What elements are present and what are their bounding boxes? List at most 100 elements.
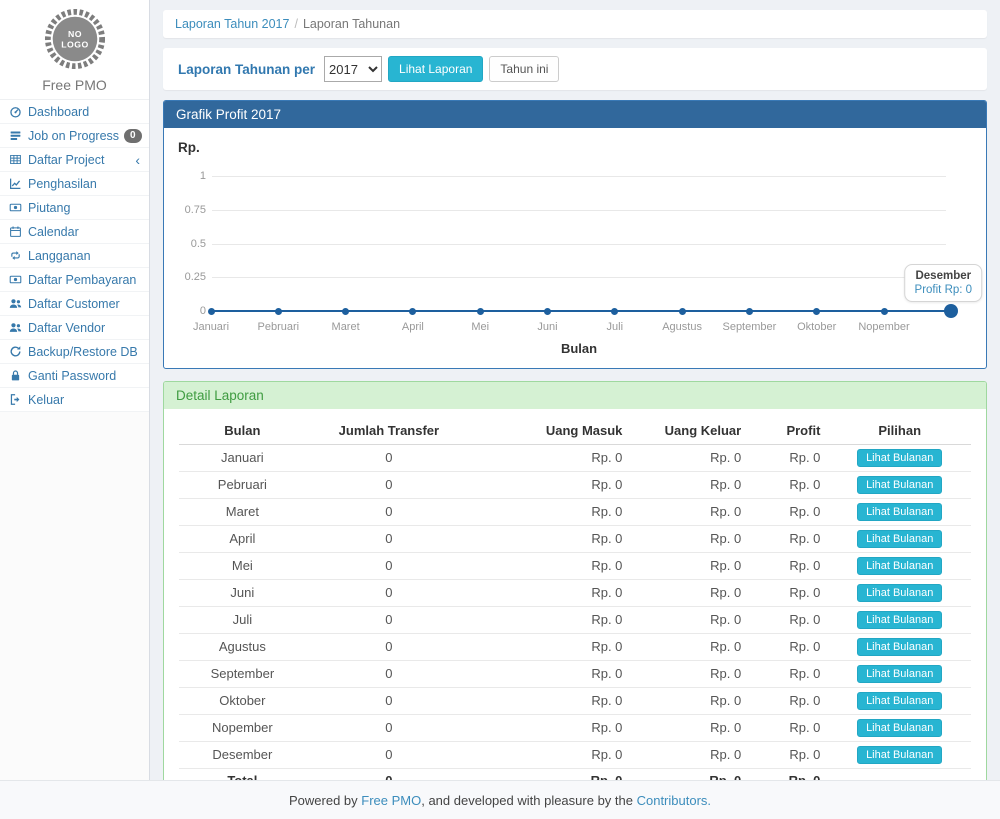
money-icon bbox=[9, 273, 23, 287]
sidebar-item-piutang[interactable]: Piutang bbox=[0, 196, 149, 220]
table-cell: Rp. 0 bbox=[472, 742, 630, 769]
total-cell: Rp. 0 bbox=[472, 769, 630, 781]
sidebar-item-ganti-password[interactable]: Ganti Password bbox=[0, 364, 149, 388]
sidebar-item-label: Job on Progress bbox=[28, 129, 119, 143]
data-point-agustus[interactable] bbox=[679, 308, 686, 315]
x-axis-title: Bulan bbox=[212, 341, 946, 356]
sidebar-item-label: Piutang bbox=[28, 201, 70, 215]
chevron-left-icon: ‹ bbox=[135, 154, 140, 166]
table-cell: 0 bbox=[306, 661, 472, 688]
sign-out-icon bbox=[9, 393, 23, 407]
data-point-september[interactable] bbox=[746, 308, 753, 315]
table-cell: Rp. 0 bbox=[749, 499, 828, 526]
lihat-bulanan-button[interactable]: Lihat Bulanan bbox=[857, 449, 942, 467]
sidebar-item-daftar-project[interactable]: Daftar Project‹ bbox=[0, 148, 149, 172]
sidebar-item-label: Daftar Pembayaran bbox=[28, 273, 136, 287]
lihat-bulanan-button[interactable]: Lihat Bulanan bbox=[857, 476, 942, 494]
sidebar-item-daftar-vendor[interactable]: Daftar Vendor bbox=[0, 316, 149, 340]
lihat-bulanan-button[interactable]: Lihat Bulanan bbox=[857, 638, 942, 656]
table-row-januari: Januari0Rp. 0Rp. 0Rp. 0Lihat Bulanan bbox=[179, 445, 971, 472]
data-point-oktober[interactable] bbox=[813, 308, 820, 315]
table-cell: Rp. 0 bbox=[630, 580, 749, 607]
main-content: Laporan Tahun 2017/Laporan Tahunan Lapor… bbox=[150, 0, 1000, 780]
sidebar-item-daftar-pembayaran[interactable]: Daftar Pembayaran bbox=[0, 268, 149, 292]
sidebar-item-label: Daftar Vendor bbox=[28, 321, 105, 335]
sidebar-item-label: Dashboard bbox=[28, 105, 89, 119]
data-point-desember[interactable] bbox=[944, 304, 958, 318]
table-cell: April bbox=[179, 526, 306, 553]
sidebar-item-langganan[interactable]: Langganan bbox=[0, 244, 149, 268]
sidebar-item-penghasilan[interactable]: Penghasilan bbox=[0, 172, 149, 196]
y-axis-title: Rp. bbox=[178, 140, 200, 155]
data-point-januari[interactable] bbox=[208, 308, 215, 315]
data-point-juli[interactable] bbox=[611, 308, 618, 315]
table-row-agustus: Agustus0Rp. 0Rp. 0Rp. 0Lihat Bulanan bbox=[179, 634, 971, 661]
lock-icon bbox=[9, 369, 23, 383]
sidebar-item-daftar-customer[interactable]: Daftar Customer bbox=[0, 292, 149, 316]
breadcrumb-link[interactable]: Laporan Tahun 2017 bbox=[175, 17, 289, 31]
lihat-bulanan-button[interactable]: Lihat Bulanan bbox=[857, 692, 942, 710]
detail-panel-title: Detail Laporan bbox=[164, 382, 986, 409]
users-icon bbox=[9, 321, 23, 335]
x-tick-label: Nopember bbox=[851, 321, 917, 333]
dashboard-icon bbox=[9, 105, 23, 119]
table-cell: Rp. 0 bbox=[749, 688, 828, 715]
lihat-bulanan-button[interactable]: Lihat Bulanan bbox=[857, 746, 942, 764]
table-cell: Rp. 0 bbox=[472, 688, 630, 715]
lihat-bulanan-button[interactable]: Lihat Bulanan bbox=[857, 719, 942, 737]
table-cell: Rp. 0 bbox=[749, 715, 828, 742]
data-point-maret[interactable] bbox=[342, 308, 349, 315]
x-tick-label: Juni bbox=[515, 321, 581, 333]
footer-link-free-pmo[interactable]: Free PMO bbox=[361, 793, 421, 808]
footer: Powered by Free PMO, and developed with … bbox=[0, 780, 1000, 819]
data-point-april[interactable] bbox=[409, 308, 416, 315]
table-row-total: Total0Rp. 0Rp. 0Rp. 0 bbox=[179, 769, 971, 781]
lihat-laporan-button[interactable]: Lihat Laporan bbox=[388, 56, 483, 82]
data-point-pebruari[interactable] bbox=[275, 308, 282, 315]
lihat-bulanan-button[interactable]: Lihat Bulanan bbox=[857, 503, 942, 521]
table-cell: 0 bbox=[306, 607, 472, 634]
filter-label: Laporan Tahunan per bbox=[178, 62, 315, 77]
table-cell: Rp. 0 bbox=[749, 445, 828, 472]
table-row-oktober: Oktober0Rp. 0Rp. 0Rp. 0Lihat Bulanan bbox=[179, 688, 971, 715]
breadcrumb: Laporan Tahun 2017/Laporan Tahunan bbox=[163, 10, 987, 38]
sidebar-item-calendar[interactable]: Calendar bbox=[0, 220, 149, 244]
table-cell: 0 bbox=[306, 715, 472, 742]
lihat-bulanan-button[interactable]: Lihat Bulanan bbox=[857, 611, 942, 629]
table-cell: Rp. 0 bbox=[630, 526, 749, 553]
sidebar-item-label: Ganti Password bbox=[28, 369, 116, 383]
profit-line-chart: Rp. Bulan 10.750.50.250JanuariPebruariMa… bbox=[176, 136, 974, 360]
table-cell: 0 bbox=[306, 526, 472, 553]
table-cell: Rp. 0 bbox=[749, 526, 828, 553]
data-point-mei[interactable] bbox=[477, 308, 484, 315]
table-cell: Rp. 0 bbox=[630, 715, 749, 742]
lihat-bulanan-button[interactable]: Lihat Bulanan bbox=[857, 665, 942, 683]
data-point-juni[interactable] bbox=[544, 308, 551, 315]
y-tick-label: 0 bbox=[176, 305, 206, 317]
sidebar-item-backup-restore-db[interactable]: Backup/Restore DB bbox=[0, 340, 149, 364]
table-icon bbox=[9, 153, 23, 167]
table-cell: Nopember bbox=[179, 715, 306, 742]
table-cell: Rp. 0 bbox=[472, 445, 630, 472]
lihat-bulanan-button[interactable]: Lihat Bulanan bbox=[857, 557, 942, 575]
table-cell: Rp. 0 bbox=[472, 661, 630, 688]
lihat-bulanan-button[interactable]: Lihat Bulanan bbox=[857, 530, 942, 548]
table-cell: Rp. 0 bbox=[630, 607, 749, 634]
footer-link-contributors[interactable]: Contributors. bbox=[637, 793, 711, 808]
tahun-ini-button[interactable]: Tahun ini bbox=[489, 56, 559, 82]
year-select[interactable]: 2017 bbox=[324, 56, 382, 82]
sidebar-item-keluar[interactable]: Keluar bbox=[0, 388, 149, 412]
data-point-nopember[interactable] bbox=[881, 308, 888, 315]
table-cell: September bbox=[179, 661, 306, 688]
table-row-juni: Juni0Rp. 0Rp. 0Rp. 0Lihat Bulanan bbox=[179, 580, 971, 607]
table-cell-action: Lihat Bulanan bbox=[828, 553, 971, 580]
brand-block: NO LOGO Free PMO bbox=[0, 0, 149, 99]
col-jumlah-transfer: Jumlah Transfer bbox=[306, 418, 472, 445]
sidebar-item-dashboard[interactable]: Dashboard bbox=[0, 100, 149, 124]
table-cell: Pebruari bbox=[179, 472, 306, 499]
breadcrumb-separator: / bbox=[294, 17, 297, 31]
lihat-bulanan-button[interactable]: Lihat Bulanan bbox=[857, 584, 942, 602]
table-row-september: September0Rp. 0Rp. 0Rp. 0Lihat Bulanan bbox=[179, 661, 971, 688]
sidebar-menu: Dashboard Job on Progress0Daftar Project‹… bbox=[0, 99, 149, 412]
sidebar-item-job-on-progress[interactable]: Job on Progress0 bbox=[0, 124, 149, 148]
